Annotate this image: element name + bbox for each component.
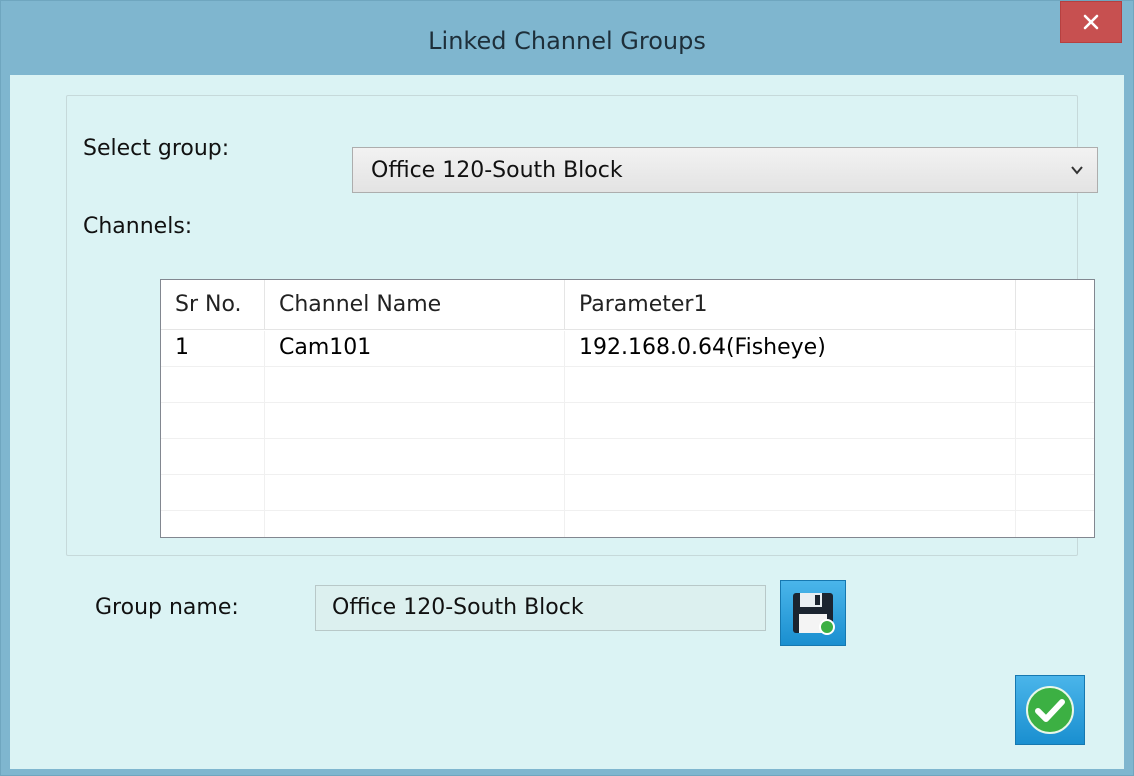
cell-parameter1 bbox=[565, 367, 1016, 403]
group-name-label: Group name: bbox=[95, 595, 239, 620]
cell-filler bbox=[1016, 475, 1094, 511]
group-name-value: Office 120-South Block bbox=[332, 595, 584, 620]
cell-sr-no bbox=[161, 475, 265, 511]
cell-channel-name bbox=[265, 511, 565, 537]
cell-filler bbox=[1016, 403, 1094, 439]
save-button[interactable] bbox=[780, 580, 846, 646]
cell-sr-no bbox=[161, 403, 265, 439]
table-row[interactable] bbox=[161, 511, 1094, 537]
cell-channel-name bbox=[265, 439, 565, 475]
channel-group-box: Select group: Office 120-South Block Cha… bbox=[66, 95, 1098, 556]
cell-parameter1 bbox=[565, 439, 1016, 475]
cell-filler bbox=[1016, 331, 1094, 367]
cell-parameter1 bbox=[565, 403, 1016, 439]
column-header-parameter1[interactable]: Parameter1 bbox=[565, 280, 1016, 330]
close-button[interactable] bbox=[1060, 1, 1122, 43]
cell-sr-no bbox=[161, 511, 265, 537]
table-row[interactable] bbox=[161, 367, 1094, 403]
table-row[interactable]: 1 Cam101 192.168.0.64(Fisheye) bbox=[161, 331, 1094, 367]
cell-channel-name bbox=[265, 475, 565, 511]
cell-parameter1 bbox=[565, 511, 1016, 537]
floppy-disk-icon bbox=[793, 593, 835, 635]
select-group-value: Office 120-South Block bbox=[371, 158, 623, 183]
cell-parameter1 bbox=[565, 475, 1016, 511]
select-group-dropdown[interactable]: Office 120-South Block bbox=[352, 147, 1098, 193]
dialog-window: Linked Channel Groups Select group: Offi… bbox=[0, 0, 1134, 776]
cell-channel-name bbox=[265, 403, 565, 439]
cell-channel-name: Cam101 bbox=[265, 331, 565, 367]
cell-parameter1: 192.168.0.64(Fisheye) bbox=[565, 331, 1016, 367]
table-row[interactable] bbox=[161, 475, 1094, 511]
column-header-filler bbox=[1016, 280, 1094, 330]
window-title: Linked Channel Groups bbox=[428, 27, 706, 55]
channels-label: Channels: bbox=[83, 214, 193, 239]
select-group-label: Select group: bbox=[83, 136, 230, 161]
column-header-sr-no[interactable]: Sr No. bbox=[161, 280, 265, 330]
cell-filler bbox=[1016, 367, 1094, 403]
chevron-down-icon bbox=[1071, 166, 1083, 175]
group-name-input[interactable]: Office 120-South Block bbox=[315, 585, 766, 631]
close-icon bbox=[1083, 14, 1099, 30]
cell-filler bbox=[1016, 511, 1094, 537]
table-row[interactable] bbox=[161, 403, 1094, 439]
table-row[interactable] bbox=[161, 439, 1094, 475]
checkmark-icon bbox=[1026, 686, 1074, 734]
cell-filler bbox=[1016, 439, 1094, 475]
channels-table[interactable]: Sr No. Channel Name Parameter1 1 Cam101 … bbox=[160, 279, 1095, 538]
cell-sr-no bbox=[161, 439, 265, 475]
ok-button[interactable] bbox=[1015, 675, 1085, 745]
dialog-content: Select group: Office 120-South Block Cha… bbox=[10, 75, 1124, 769]
cell-channel-name bbox=[265, 367, 565, 403]
column-header-channel-name[interactable]: Channel Name bbox=[265, 280, 565, 330]
table-header: Sr No. Channel Name Parameter1 bbox=[161, 280, 1094, 330]
cell-sr-no bbox=[161, 367, 265, 403]
cell-sr-no: 1 bbox=[161, 331, 265, 367]
